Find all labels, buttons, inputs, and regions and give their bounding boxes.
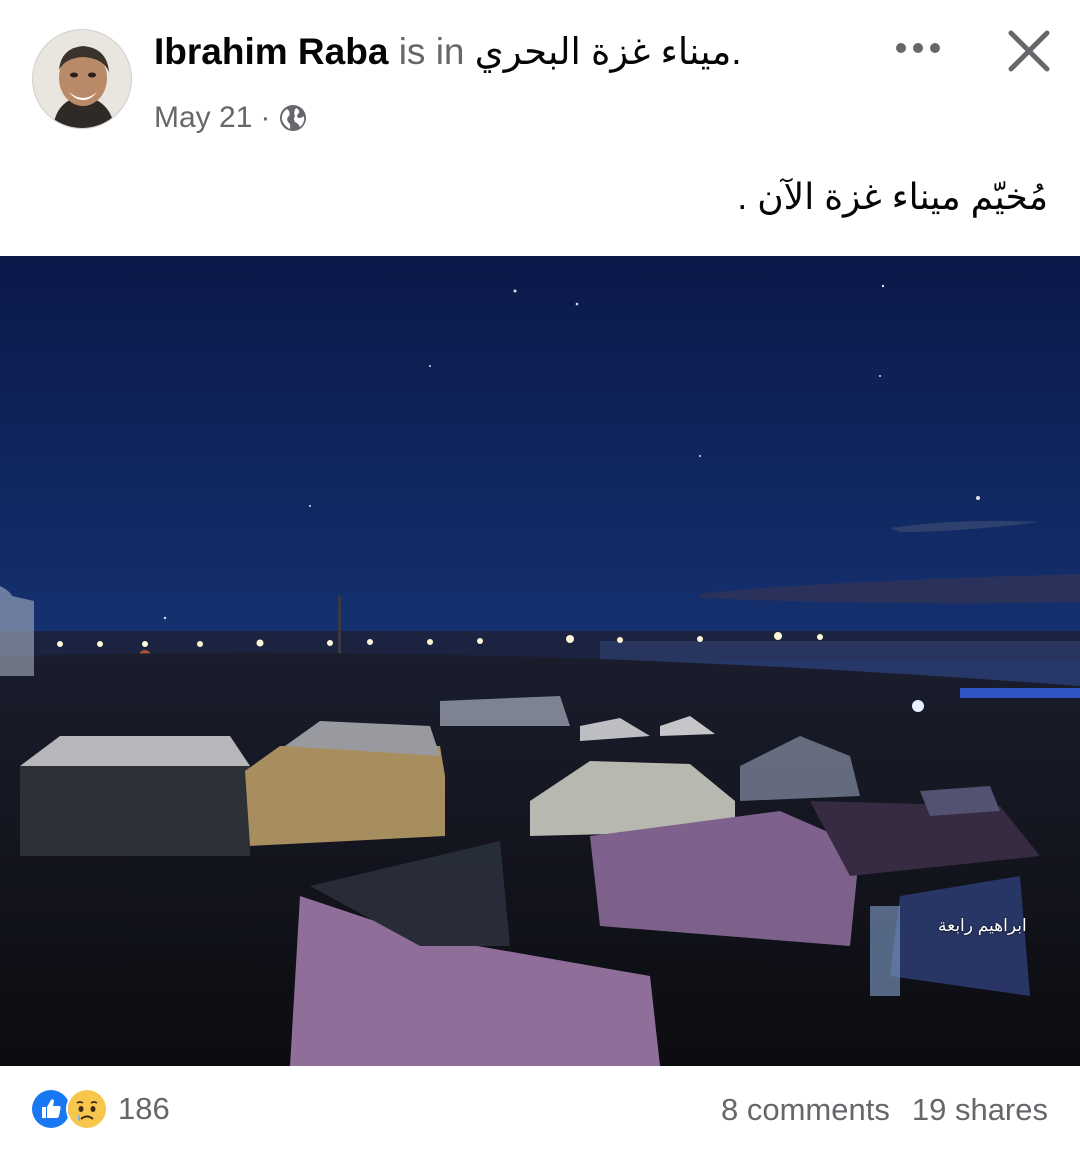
camp-night-photo [0, 256, 1080, 1066]
close-icon [1008, 30, 1050, 72]
meta-separator: · [260, 101, 271, 134]
checkin-place[interactable]: ميناء غزة البحري [475, 31, 732, 72]
post-footer: 186 8 comments 19 shares [0, 1066, 1080, 1149]
post-photo[interactable]: ابراهيم رابعة [0, 256, 1080, 1066]
engagement-counts: 8 comments 19 shares [721, 1092, 1048, 1128]
place-suffix: . [731, 31, 742, 72]
more-options-button[interactable] [888, 28, 948, 68]
sad-icon [66, 1088, 108, 1130]
globe-icon[interactable] [278, 103, 308, 133]
avatar[interactable] [32, 29, 132, 129]
reaction-count: 186 [118, 1091, 170, 1126]
more-horizontal-icon [896, 43, 940, 53]
close-button[interactable] [1000, 22, 1058, 80]
reactions-summary[interactable]: 186 [30, 1088, 170, 1130]
author-line: Ibrahim Raba is in ميناء غزة البحري. [154, 30, 742, 74]
author-name[interactable]: Ibrahim Raba [154, 31, 388, 72]
photo-watermark: ابراهيم رابعة [938, 916, 1027, 935]
post-text: مُخيّم ميناء غزة الآن . [737, 176, 1048, 217]
post-header: Ibrahim Raba is in ميناء غزة البحري. May… [0, 0, 1080, 150]
shares-count[interactable]: 19 shares [912, 1092, 1048, 1128]
post-meta: May 21 · [154, 98, 308, 138]
post-date[interactable]: May 21 [154, 98, 252, 138]
comments-count[interactable]: 8 comments [721, 1092, 890, 1128]
checkin-connector: is in [398, 31, 465, 72]
